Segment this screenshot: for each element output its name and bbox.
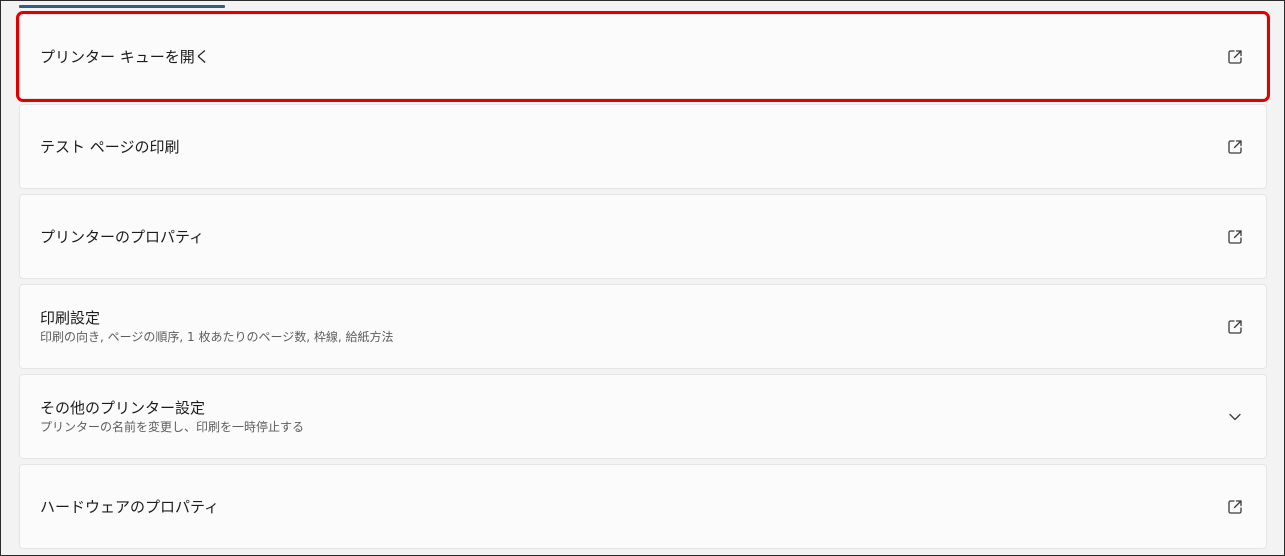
printer-properties-button[interactable]: プリンターのプロパティ — [19, 194, 1267, 279]
external-link-icon — [1226, 318, 1244, 336]
chevron-down-icon — [1226, 408, 1244, 426]
printing-preferences-button[interactable]: 印刷設定 印刷の向き, ページの順序, 1 枚あたりのページ数, 枠線, 給紙方… — [19, 284, 1267, 369]
item-title: プリンター キューを開く — [40, 47, 210, 66]
item-text: 印刷設定 印刷の向き, ページの順序, 1 枚あたりのページ数, 枠線, 給紙方… — [40, 308, 394, 346]
external-link-icon — [1226, 228, 1244, 246]
item-title: ハードウェアのプロパティ — [40, 497, 220, 516]
item-title: 印刷設定 — [40, 308, 101, 327]
item-title: プリンターのプロパティ — [40, 227, 205, 246]
item-text: プリンターのプロパティ — [40, 227, 204, 247]
item-text: ハードウェアのプロパティ — [40, 497, 219, 517]
printer-settings-list: プリンター キューを開く テスト ページの印刷 プリンターのプロパティ 印刷設定… — [16, 11, 1270, 554]
external-link-icon — [1226, 138, 1244, 156]
hardware-properties-button[interactable]: ハードウェアのプロパティ — [19, 464, 1267, 549]
external-link-icon — [1226, 498, 1244, 516]
item-text: プリンター キューを開く — [40, 47, 210, 67]
item-title: その他のプリンター設定 — [40, 398, 206, 417]
item-description: プリンターの名前を変更し、印刷を一時停止する — [40, 419, 305, 434]
item-text: その他のプリンター設定 プリンターの名前を変更し、印刷を一時停止する — [40, 398, 304, 436]
external-link-icon — [1226, 48, 1244, 66]
open-printer-queue-button[interactable]: プリンター キューを開く — [16, 11, 1270, 102]
item-description: 印刷の向き, ページの順序, 1 枚あたりのページ数, 枠線, 給紙方法 — [40, 329, 394, 344]
item-text: テスト ページの印刷 — [40, 137, 179, 157]
tab-selection-indicator — [19, 5, 225, 8]
print-test-page-button[interactable]: テスト ページの印刷 — [19, 104, 1267, 189]
more-printer-settings-expander[interactable]: その他のプリンター設定 プリンターの名前を変更し、印刷を一時停止する — [19, 374, 1267, 459]
item-title: テスト ページの印刷 — [40, 137, 180, 156]
